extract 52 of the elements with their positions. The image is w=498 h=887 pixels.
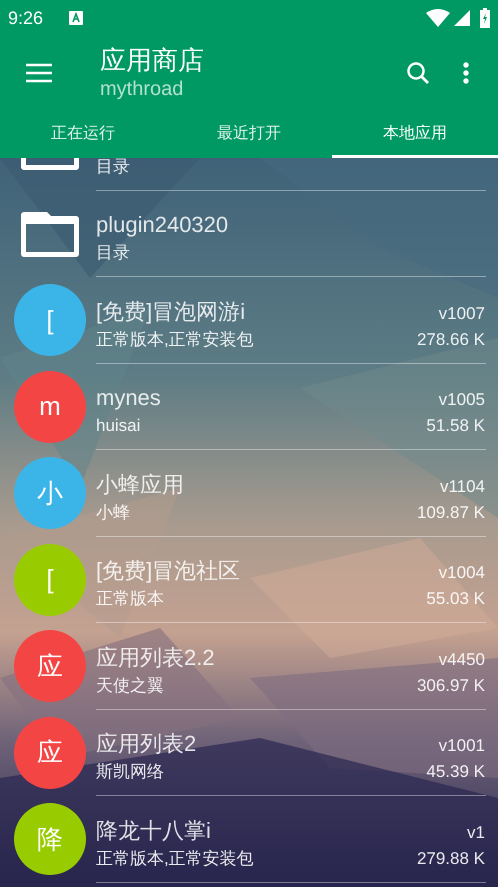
- item-version: v1004: [438, 562, 485, 584]
- item-subtitle: 斯凯网络: [96, 761, 164, 784]
- app-subtitle: mythroad: [100, 77, 184, 102]
- more-options-icon: [463, 62, 469, 84]
- item-version: v4450: [438, 648, 485, 671]
- list-item[interactable]: 目录: [0, 158, 498, 190]
- item-title: 小蜂应用: [96, 470, 184, 499]
- battery-icon: [480, 8, 490, 28]
- item-version: v1001: [438, 735, 485, 758]
- item-version: v1: [467, 822, 485, 844]
- tab[interactable]: 正在运行: [0, 110, 166, 158]
- item-title: mynes: [96, 384, 161, 412]
- item-size: 109.87 K: [416, 502, 485, 524]
- item-size: 55.03 K: [426, 588, 485, 610]
- item-title: 降龙十八掌i: [96, 816, 211, 845]
- item-size: 279.88 K: [416, 848, 485, 870]
- list-item[interactable]: [ [免费]冒泡网游i v1007 正常版本,正常安装包 278.66 K: [0, 277, 498, 364]
- item-version: v1005: [438, 389, 485, 412]
- notification-icon: [69, 11, 84, 25]
- item-subtitle: 正常版本: [96, 588, 164, 610]
- item-subtitle: huisai: [96, 415, 140, 438]
- menu-icon: [26, 63, 52, 83]
- list-item[interactable]: 应 应用列表2 v1001 斯凯网络 45.39 K: [0, 710, 498, 796]
- item-size: 45.39 K: [426, 761, 485, 784]
- item-size: 51.58 K: [426, 415, 485, 438]
- item-title: 应用列表2: [96, 730, 196, 758]
- list-item[interactable]: m mynes v1005 huisai 51.58 K: [0, 364, 498, 450]
- item-title: [免费]冒泡网游i: [96, 298, 246, 326]
- item-title: [免费]冒泡社区: [96, 557, 240, 586]
- item-title: 应用列表2.2: [96, 644, 215, 672]
- tab[interactable]: 最近打开: [166, 110, 332, 158]
- list-item[interactable]: [ [免费]冒泡社区 v1004 正常版本 55.03 K: [0, 536, 498, 623]
- item-subtitle: 天使之翼: [96, 674, 164, 697]
- item-subtitle: 小蜂: [96, 502, 130, 524]
- list-item[interactable]: plugin240320 目录: [0, 190, 498, 277]
- item-size: 306.97 K: [416, 674, 485, 697]
- item-subtitle: 目录: [96, 242, 130, 264]
- search-icon: [406, 61, 430, 85]
- item-title: plugin240320: [96, 211, 228, 240]
- item-subtitle: 目录: [96, 158, 130, 178]
- item-size: 278.66 K: [416, 328, 485, 351]
- list-item[interactable]: 小 小蜂应用 v1104 小蜂 109.87 K: [0, 450, 498, 536]
- wifi-icon: [426, 9, 450, 27]
- item-subtitle: 正常版本,正常安装包: [96, 848, 254, 870]
- list-item[interactable]: 降 降龙十八掌i v1 正常版本,正常安装包 279.88 K: [0, 796, 498, 882]
- item-version: v1007: [438, 302, 485, 325]
- item-subtitle: 正常版本,正常安装包: [96, 328, 254, 351]
- list-item[interactable]: 应 应用列表2.2 v4450 天使之翼 306.97 K: [0, 623, 498, 710]
- item-version: v1104: [440, 476, 485, 498]
- status-time: 9:26: [8, 6, 44, 30]
- app-title: 应用商店: [100, 44, 205, 76]
- signal-icon: [454, 10, 470, 26]
